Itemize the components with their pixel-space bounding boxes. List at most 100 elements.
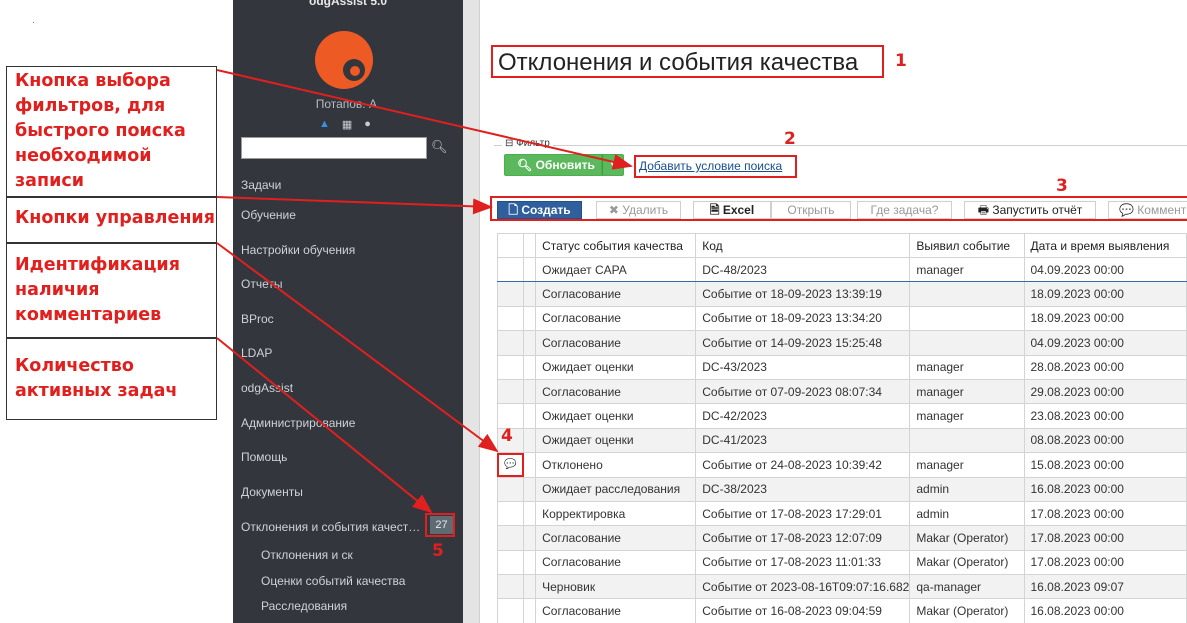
detected-at-cell: 18.09.2023 00:00 (1023, 305, 1187, 332)
warning-icon[interactable]: ▲ (319, 118, 330, 131)
sidebar-item-ldap[interactable]: LDAP (241, 346, 272, 360)
row-select-cell (522, 452, 537, 478)
detected-at-cell: 04.09.2023 00:00 (1023, 330, 1187, 356)
comment-indicator-cell (497, 549, 524, 576)
dot-mark: · (32, 18, 35, 27)
status-cell: Отклонено (535, 452, 697, 478)
code-cell: DC-43/2023 (695, 354, 911, 380)
detected-at-cell: 17.08.2023 00:00 (1023, 549, 1187, 576)
sidebar-splitter[interactable] (463, 0, 480, 623)
table-row[interactable]: Согласование Событие от 14-09-2023 15:25:… (497, 330, 1187, 356)
filter-toggle[interactable]: ⊟ Фильтр (502, 138, 553, 149)
table-row[interactable]: Ожидает оценки DC-41/2023 08.08.2023 00:00 (497, 427, 1187, 454)
table-row[interactable]: Ожидает оценки DC-42/2023 manager 23.08.202… (497, 403, 1187, 429)
comment-indicator-cell (497, 403, 524, 429)
run-report-button[interactable]: 🖶 Запустить отчёт (964, 201, 1096, 219)
code-cell: Событие от 24-08-2023 10:39:42 (695, 452, 911, 478)
code-cell: Событие от 2023-08-16T09:07:16.682 (695, 574, 911, 600)
status-cell: Корректировка (535, 500, 697, 527)
detected-by-cell: qa-manager (909, 574, 1025, 600)
status-cell: Согласование (535, 549, 697, 576)
person-icon[interactable]: ● (364, 118, 371, 131)
sidebar-item-bproc[interactable]: BProc (241, 312, 274, 326)
status-cell: Согласование (535, 378, 697, 405)
sidebar-item-training-settings[interactable]: Настройки обучения (241, 243, 355, 257)
badge-highlight (425, 513, 455, 537)
sidebar-subitem-investigations[interactable]: Расследования (261, 599, 347, 613)
annotation-number-1: 1 (895, 51, 907, 71)
table-row[interactable]: Ожидает расследования DC-38/2023 admin 16.0… (497, 476, 1187, 502)
comment-indicator-cell (497, 378, 524, 405)
quality-events-table: Статус события качества Код Выявил событ… (497, 233, 1187, 623)
sidebar-subitem-deviations[interactable]: Отклонения и ск (261, 548, 353, 562)
table-header-row: Статус события качества Код Выявил событ… (497, 233, 1187, 258)
detected-at-cell: 16.08.2023 00:00 (1023, 476, 1187, 502)
header-comment (497, 233, 524, 258)
open-button[interactable]: Открыть (771, 201, 851, 219)
comment-indicator-cell (497, 330, 524, 356)
comment-indicator-cell (497, 281, 524, 307)
detected-by-cell: manager (909, 354, 1025, 380)
where-task-button[interactable]: Где задача? (857, 201, 952, 219)
detected-by-cell (909, 427, 1025, 454)
table-row[interactable]: Корректировка Событие от 17-08-2023 17:29… (497, 500, 1187, 527)
header-detected-at[interactable]: Дата и время выявления (1023, 233, 1187, 258)
table-row[interactable]: Согласование Событие от 17-08-2023 12:07:… (497, 525, 1187, 551)
sidebar-item-reports[interactable]: Отчеты (241, 277, 282, 291)
annotation-number-2: 2 (784, 129, 796, 149)
row-select-cell (522, 330, 537, 356)
detected-by-cell: manager (909, 256, 1025, 283)
sidebar-search-input[interactable] (241, 137, 427, 159)
table-row[interactable]: Согласование Событие от 16-08-2023 09:04:… (497, 598, 1187, 623)
code-cell: Событие от 17-08-2023 12:07:09 (695, 525, 911, 551)
comment-indicator-cell (497, 525, 524, 551)
comment-button[interactable]: 💬 Коммент (1108, 201, 1187, 219)
sidebar-item-quality-events[interactable]: Отклонения и события качест… (241, 520, 420, 534)
row-select-cell (522, 281, 537, 307)
search-icon[interactable]: 🔍︎ (431, 139, 448, 155)
run-report-label: Запустить отчёт (992, 203, 1083, 217)
header-code[interactable]: Код (695, 233, 911, 258)
status-cell: Ожидает оценки (535, 427, 697, 454)
sidebar-subitem-assessments[interactable]: Оценки событий качества (261, 574, 405, 588)
callout-filters-button: Кнопка выбора фильтров, для быстрого пои… (6, 66, 217, 197)
table-row[interactable]: 💬 Отклонено Событие от 24-08-2023 10:39:42… (497, 452, 1187, 478)
screenshot-root: · Кнопка выбора фильтров, для быстрого п… (0, 0, 1187, 623)
app-logo (315, 31, 373, 89)
user-name: Потапов. А. (315, 97, 381, 111)
excel-button[interactable]: 🗎 Excel (693, 201, 771, 219)
code-cell: Событие от 07-09-2023 08:07:34 (695, 378, 911, 405)
sidebar-item-tasks[interactable]: Задачи (241, 178, 281, 192)
table-row[interactable]: Согласование Событие от 17-08-2023 11:01:… (497, 549, 1187, 576)
delete-button[interactable]: ✖ Удалить (596, 201, 681, 219)
table-row[interactable]: Согласование Событие от 18-09-2023 13:34:… (497, 305, 1187, 332)
chevron-down-icon[interactable]: ▼ (602, 154, 624, 176)
detected-at-cell: 16.08.2023 00:00 (1023, 598, 1187, 623)
comment-indicator-highlight (497, 453, 524, 477)
detected-by-cell: manager (909, 403, 1025, 429)
code-cell: DC-42/2023 (695, 403, 911, 429)
table-row[interactable]: Черновик Событие от 2023-08-16T09:07:16.6… (497, 574, 1187, 600)
header-status[interactable]: Статус события качества (535, 233, 697, 258)
grid-icon[interactable]: ▦ (342, 118, 352, 131)
row-select-cell (522, 549, 537, 576)
table-row[interactable]: Согласование Событие от 18-09-2023 13:39:… (497, 281, 1187, 307)
sidebar-item-help[interactable]: Помощь (241, 450, 287, 464)
callout-active-tasks: Количество активных задач (6, 338, 217, 420)
sidebar-item-training[interactable]: Обучение (241, 208, 296, 222)
sidebar-item-administration[interactable]: Администрирование (241, 416, 355, 430)
table-row[interactable]: Ожидает CAPA DC-48/2023 manager 04.09.2023 … (497, 256, 1187, 283)
sidebar-item-odgassist[interactable]: odgAssist (241, 381, 293, 395)
table-row[interactable]: Ожидает оценки DC-43/2023 manager 28.08.202… (497, 354, 1187, 380)
comment-indicator-cell (497, 256, 524, 283)
status-cell: Ожидает расследования (535, 476, 697, 502)
add-search-condition-link[interactable]: Добавить условие поиска (634, 155, 797, 178)
comment-indicator-cell (497, 305, 524, 332)
create-button[interactable]: 🗋 Создать (497, 201, 582, 219)
status-cell: Согласование (535, 525, 697, 551)
detected-at-cell: 08.08.2023 00:00 (1023, 427, 1187, 454)
header-detected-by[interactable]: Выявил событие (909, 233, 1025, 258)
table-row[interactable]: Согласование Событие от 07-09-2023 08:07:… (497, 378, 1187, 405)
refresh-button[interactable]: 🔍︎ Обновить (504, 154, 602, 176)
sidebar-item-documents[interactable]: Документы (241, 485, 303, 499)
